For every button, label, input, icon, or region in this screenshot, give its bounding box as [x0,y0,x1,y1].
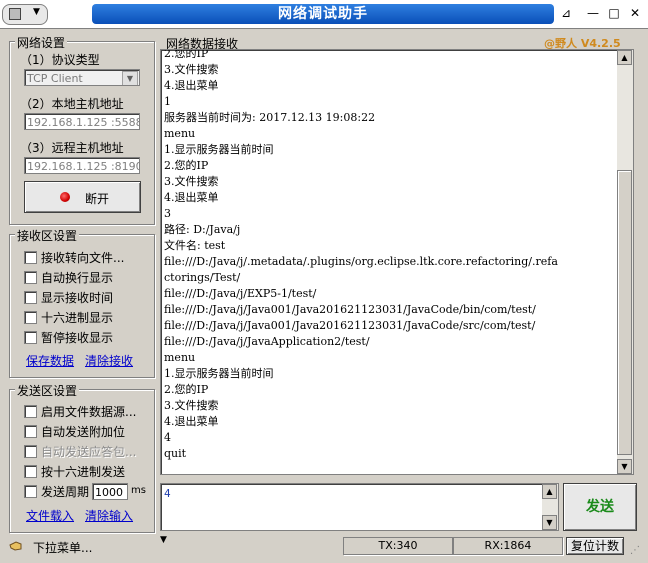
scroll-up-icon[interactable]: ▲ [542,484,557,499]
checkbox[interactable] [24,425,37,438]
receive-line: file:///D:/Java/j/EXP5-1/test/ [164,287,317,300]
clear-input-link[interactable]: 清除输入 [85,507,133,524]
connection-led-icon [60,192,70,202]
receive-line: file:///D:/Java/j/JavaApplication2/test/ [164,335,370,348]
receive-text-area[interactable]: 2.您的IP 3.文件搜索 4.退出菜单 1 服务器当前时间为: 2017.12.13 … [160,49,634,475]
auto-reply-checkbox: 自动发送应答包... [24,441,152,461]
send-scrollbar[interactable]: ▲ ▼ [542,484,558,530]
chevron-down-icon[interactable]: ▼ [122,71,138,85]
receive-line: 路径: D:/Java/j [164,223,241,236]
maximize-button[interactable]: □ [605,5,623,22]
hex-display-checkbox[interactable]: 十六进制显示 [24,307,152,327]
receive-line: 3.文件搜索 [164,399,219,412]
checkbox[interactable] [24,485,37,498]
receive-line: 4 [164,431,171,444]
send-settings-group: 发送区设置 启用文件数据源... 自动发送附加位 自动发送应答包... 按十六进… [9,382,155,533]
hand-pointer-icon [9,539,23,552]
checkbox[interactable] [24,271,37,284]
chevron-down-icon: ▼ [33,7,40,17]
receive-line: 1.显示服务器当前时间 [164,143,274,156]
checkbox[interactable] [24,311,37,324]
load-file-link[interactable]: 文件载入 [26,507,74,524]
chevron-down-icon[interactable]: ▼ [160,535,167,545]
receive-line: 3.文件搜索 [164,175,219,188]
receive-line: menu [164,127,196,140]
receive-line: 2.您的IP [164,383,209,396]
receive-line: 2.您的IP [164,159,209,172]
tx-counter: TX:340 [343,537,453,555]
receive-line: file:///D:/Java/j/Java001/Java2016211230… [164,303,536,316]
app-icon [9,8,21,20]
send-period-input[interactable]: 1000 [92,483,128,500]
disconnect-button[interactable]: 断开 [24,181,141,213]
show-time-checkbox[interactable]: 显示接收时间 [24,287,152,307]
receive-line: 2.您的IP [164,49,209,60]
protocol-value: TCP Client [27,72,83,85]
receive-line: 1.显示服务器当前时间 [164,367,274,380]
checkbox[interactable] [24,291,37,304]
local-address-label: （2）本地主机地址 [20,97,124,111]
checkbox [24,445,37,458]
protocol-label: （1）协议类型 [20,53,100,67]
receive-line: 4.退出菜单 [164,415,219,428]
receive-line: file:///D:/Java/j/.metadata/.plugins/org… [164,255,558,268]
receive-scrollbar[interactable]: ▲ ▼ [617,50,633,474]
receive-lines: 2.您的IP 3.文件搜索 4.退出菜单 1 服务器当前时间为: 2017.12.13 … [164,49,616,462]
dropdown-menu-label[interactable]: 下拉菜单... [33,539,92,556]
scroll-down-icon[interactable]: ▼ [617,459,632,474]
remote-address-field[interactable]: 192.168.1.125 :8190 [24,157,140,174]
receive-line: 4.退出菜单 [164,79,219,92]
send-button[interactable]: 发送 [563,483,637,531]
receive-line: 3.文件搜索 [164,63,219,76]
send-settings-title: 发送区设置 [15,382,80,399]
checkbox[interactable] [24,465,37,478]
network-settings-group: 网络设置 （1）协议类型 TCP Client ▼ （2）本地主机地址 192.… [9,34,155,225]
receive-to-file-checkbox[interactable]: 接收转向文件... [24,247,152,267]
receive-settings-title: 接收区设置 [15,227,80,244]
checkbox[interactable] [24,405,37,418]
system-menu-button[interactable]: ▼ [2,4,48,25]
auto-append-checkbox[interactable]: 自动发送附加位 [24,421,152,441]
remote-address-label: （3）远程主机地址 [20,141,124,155]
receive-line: menu [164,351,196,364]
clear-receive-link[interactable]: 清除接收 [85,352,133,369]
scroll-down-icon[interactable]: ▼ [542,515,557,530]
disconnect-label: 断开 [85,192,110,206]
receive-line: 文件名: test [164,239,226,252]
receive-line: quit [164,447,187,460]
receive-line: 1 [164,95,171,108]
receive-line: 3 [164,207,171,220]
network-settings-title: 网络设置 [15,34,68,51]
reset-count-button[interactable]: 复位计数 [566,537,624,555]
receive-settings-group: 接收区设置 接收转向文件... 自动换行显示 显示接收时间 十六进制显示 暂停接… [9,227,155,378]
file-source-checkbox[interactable]: 启用文件数据源... [24,401,152,421]
pause-display-checkbox[interactable]: 暂停接收显示 [24,327,152,347]
title-bar: ▼ 网络调试助手 ⊿ — □ ✕ [0,0,648,29]
receive-line: file:///D:/Java/j/Java001/Java2016211230… [164,319,536,332]
pin-icon[interactable]: ⊿ [557,5,575,22]
auto-wrap-checkbox[interactable]: 自动换行显示 [24,267,152,287]
local-address-field[interactable]: 192.168.1.125 :55885 [24,113,140,130]
checkbox[interactable] [24,251,37,264]
period-unit-label: ms [131,485,146,496]
protocol-select[interactable]: TCP Client ▼ [24,69,140,86]
window-title: 网络调试助手 [92,4,554,24]
scroll-thumb[interactable] [617,170,632,455]
receive-line: ctorings/Test/ [164,271,241,284]
receive-line: 服务器当前时间为: 2017.12.13 19:08:22 [164,111,376,124]
rx-counter: RX:1864 [453,537,563,555]
minimize-button[interactable]: — [584,5,602,22]
send-input-area[interactable]: 4 [160,483,559,531]
checkbox[interactable] [24,331,37,344]
resize-grip-icon[interactable]: ⋰ [630,545,644,559]
save-data-link[interactable]: 保存数据 [26,352,74,369]
scroll-up-icon[interactable]: ▲ [617,50,632,65]
close-button[interactable]: ✕ [626,5,644,22]
receive-line: 4.退出菜单 [164,191,219,204]
hex-send-checkbox[interactable]: 按十六进制发送 [24,461,152,481]
send-input-value: 4 [164,487,171,500]
